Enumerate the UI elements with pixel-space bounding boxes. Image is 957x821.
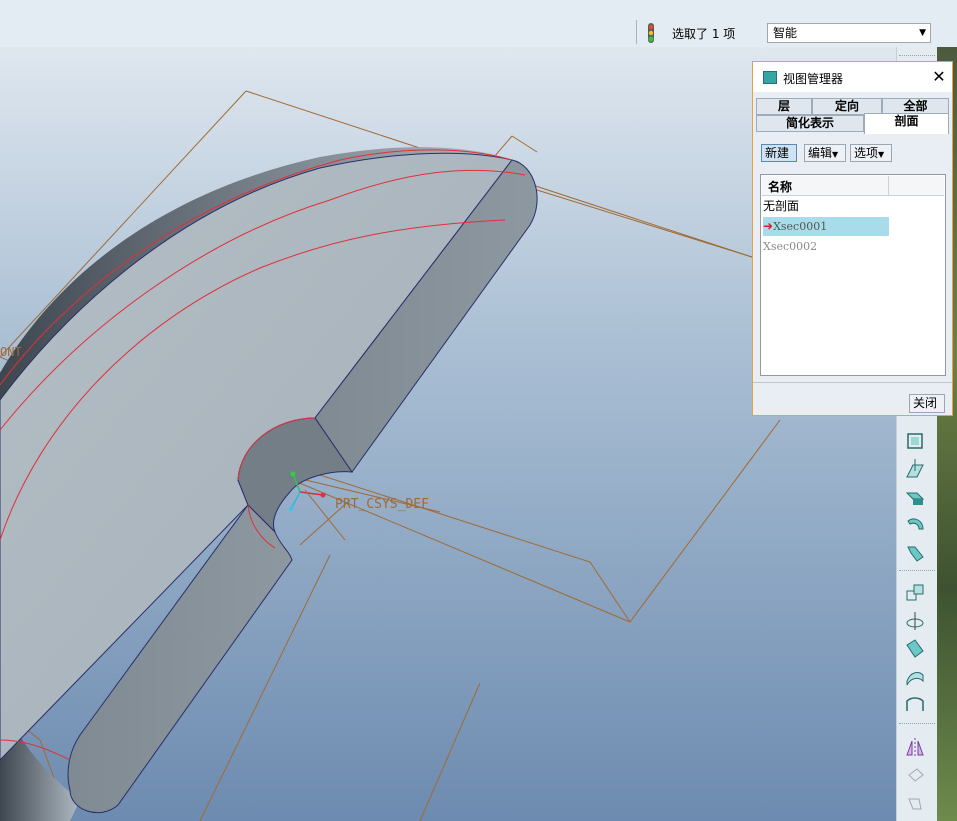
list-header[interactable]: 名称	[762, 176, 944, 196]
active-arrow-icon: ➜	[763, 219, 774, 233]
datum-plane-label: ONT	[0, 345, 22, 359]
extrude-icon[interactable]	[903, 485, 927, 509]
merge-icon[interactable]	[903, 763, 927, 787]
sweep-icon[interactable]	[903, 541, 927, 565]
dialog-title: 视图管理器	[783, 72, 844, 86]
dialog-divider	[753, 382, 952, 383]
chevron-down-icon: ▼	[919, 28, 926, 38]
csys-label: PRT_CSYS_DEF	[335, 497, 429, 512]
traffic-light-icon	[648, 23, 654, 43]
close-button[interactable]: 关闭	[909, 394, 945, 413]
edit-label: 编辑	[808, 146, 833, 160]
column-name: 名称	[768, 180, 793, 194]
list-item-label: Xsec0001	[773, 220, 828, 233]
surface-icon[interactable]	[903, 665, 927, 689]
new-button[interactable]: 新建	[761, 144, 797, 162]
draft-icon[interactable]	[903, 637, 927, 661]
selection-count: 选取了 1 项	[672, 27, 736, 41]
mirror-icon[interactable]	[903, 735, 927, 759]
selection-filter-select[interactable]: 智能 ▼	[767, 23, 931, 43]
filter-value: 智能	[773, 26, 798, 40]
revolve-icon[interactable]	[903, 513, 927, 537]
datum-plane-icon[interactable]	[903, 457, 927, 481]
close-icon[interactable]: ✕	[931, 67, 947, 86]
options-label: 选项	[854, 146, 879, 160]
list-item-selected[interactable]: ➜Xsec0001	[763, 217, 889, 236]
options-dropdown[interactable]: 选项▼	[850, 144, 892, 162]
tab-simplified-rep[interactable]: 简化表示	[756, 115, 864, 132]
pattern-icon[interactable]	[903, 581, 927, 605]
toolbar-divider	[636, 20, 637, 44]
axis-icon[interactable]	[903, 609, 927, 633]
plane-icon[interactable]	[903, 429, 927, 453]
trim-icon[interactable]	[903, 791, 927, 815]
tab-sections[interactable]: 剖面	[864, 113, 949, 134]
chevron-down-icon: ▼	[878, 150, 885, 159]
list-item[interactable]: 无剖面	[763, 197, 799, 216]
dialog-body: 层 定向 全部 简化表示 剖面 新建 编辑▼ 选项▼ 名称 无剖面 ➜Xsec0…	[753, 92, 952, 415]
list-item[interactable]: Xsec0002	[763, 237, 817, 256]
view-manager-icon	[763, 71, 777, 84]
shell-icon[interactable]	[903, 693, 927, 717]
tab-layers[interactable]: 层	[756, 98, 812, 115]
chevron-down-icon: ▼	[832, 150, 839, 159]
view-manager-dialog: 视图管理器 ✕ 层 定向 全部 简化表示 剖面 新建 编辑▼ 选项▼ 名称 无剖…	[752, 61, 953, 416]
top-toolbar: 选取了 1 项 智能 ▼	[0, 0, 957, 48]
edit-dropdown[interactable]: 编辑▼	[804, 144, 846, 162]
column-divider	[888, 176, 889, 195]
dialog-titlebar: 视图管理器 ✕	[753, 62, 952, 92]
section-list[interactable]: 名称 无剖面 ➜Xsec0001 Xsec0002	[760, 174, 946, 376]
